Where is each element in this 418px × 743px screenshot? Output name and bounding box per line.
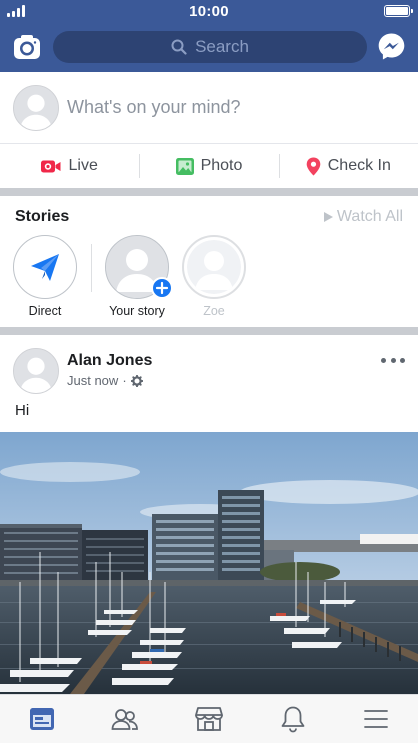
tab-friends[interactable] [84,695,168,743]
status-bar: 10:00 [0,0,418,22]
tab-marketplace[interactable] [167,695,251,743]
post-meta: Just now · [67,373,143,388]
tab-menu[interactable] [334,695,418,743]
watch-all-label: Watch All [336,208,403,225]
search-icon [171,39,187,55]
location-pin-icon [306,157,321,175]
tab-bar [0,694,418,743]
direct-circle [13,235,77,299]
battery-icon [384,5,413,17]
search-input[interactable]: Search [53,31,367,63]
live-label: Live [68,157,98,174]
user-silhouette-icon [14,349,58,393]
post-author-name[interactable]: Alan Jones [67,352,152,370]
post-timestamp[interactable]: Just now [67,373,118,388]
post-text: Hi [15,402,30,419]
camera-button[interactable] [13,34,41,60]
gear-icon [130,374,143,387]
check-in-label: Check In [327,157,391,174]
paper-plane-icon [31,254,59,281]
news-feed-icon [29,708,54,730]
post-author-avatar[interactable] [13,348,59,394]
composer-actions: Live Photo Check In [0,144,418,188]
post-photo[interactable] [0,432,418,694]
story-label-your-story: Your story [109,304,165,318]
harbor-photo [0,432,418,694]
check-in-button[interactable]: Check In [278,144,418,188]
marketplace-icon [195,707,223,731]
story-label-zoe: Zoe [203,304,225,318]
section-divider [0,188,418,196]
section-divider [0,327,418,335]
composer-input[interactable]: What's on your mind? [67,97,241,118]
photo-icon [175,157,194,175]
live-button[interactable]: Live [0,144,139,188]
tab-news-feed[interactable] [0,695,84,743]
story-direct[interactable]: Direct [12,235,78,318]
user-silhouette-icon [187,240,241,294]
photo-button[interactable]: Photo [139,144,278,188]
story-label-direct: Direct [28,304,62,318]
add-icon [151,277,173,299]
user-silhouette-icon [14,86,58,130]
post-more-button[interactable] [381,353,405,367]
status-time: 10:00 [189,3,229,20]
stories-section: Stories Watch All Direct Your story Zoe [0,196,418,327]
watch-all-button[interactable]: Watch All [323,208,403,226]
friends-icon [111,709,139,730]
video-camera-icon [41,160,61,172]
top-nav: Search [0,22,418,72]
menu-icon [364,710,389,728]
messenger-icon [378,33,405,60]
your-story-circle [105,235,173,299]
messenger-button[interactable] [377,32,406,61]
camera-icon [14,35,40,59]
avatar[interactable] [13,85,59,131]
notifications-icon [281,706,304,733]
photo-label: Photo [200,157,243,174]
feed-post: Alan Jones Just now · Hi [0,335,418,743]
stories-title: Stories [15,208,70,225]
story-separator [91,244,92,292]
story-zoe[interactable]: Zoe [181,235,247,318]
story-your-story[interactable]: Your story [104,235,173,318]
zoe-circle [182,235,246,299]
meta-separator: · [122,373,127,388]
search-placeholder: Search [195,37,249,56]
play-icon [323,212,333,222]
composer: What's on your mind? [0,72,418,144]
tab-notifications[interactable] [251,695,335,743]
